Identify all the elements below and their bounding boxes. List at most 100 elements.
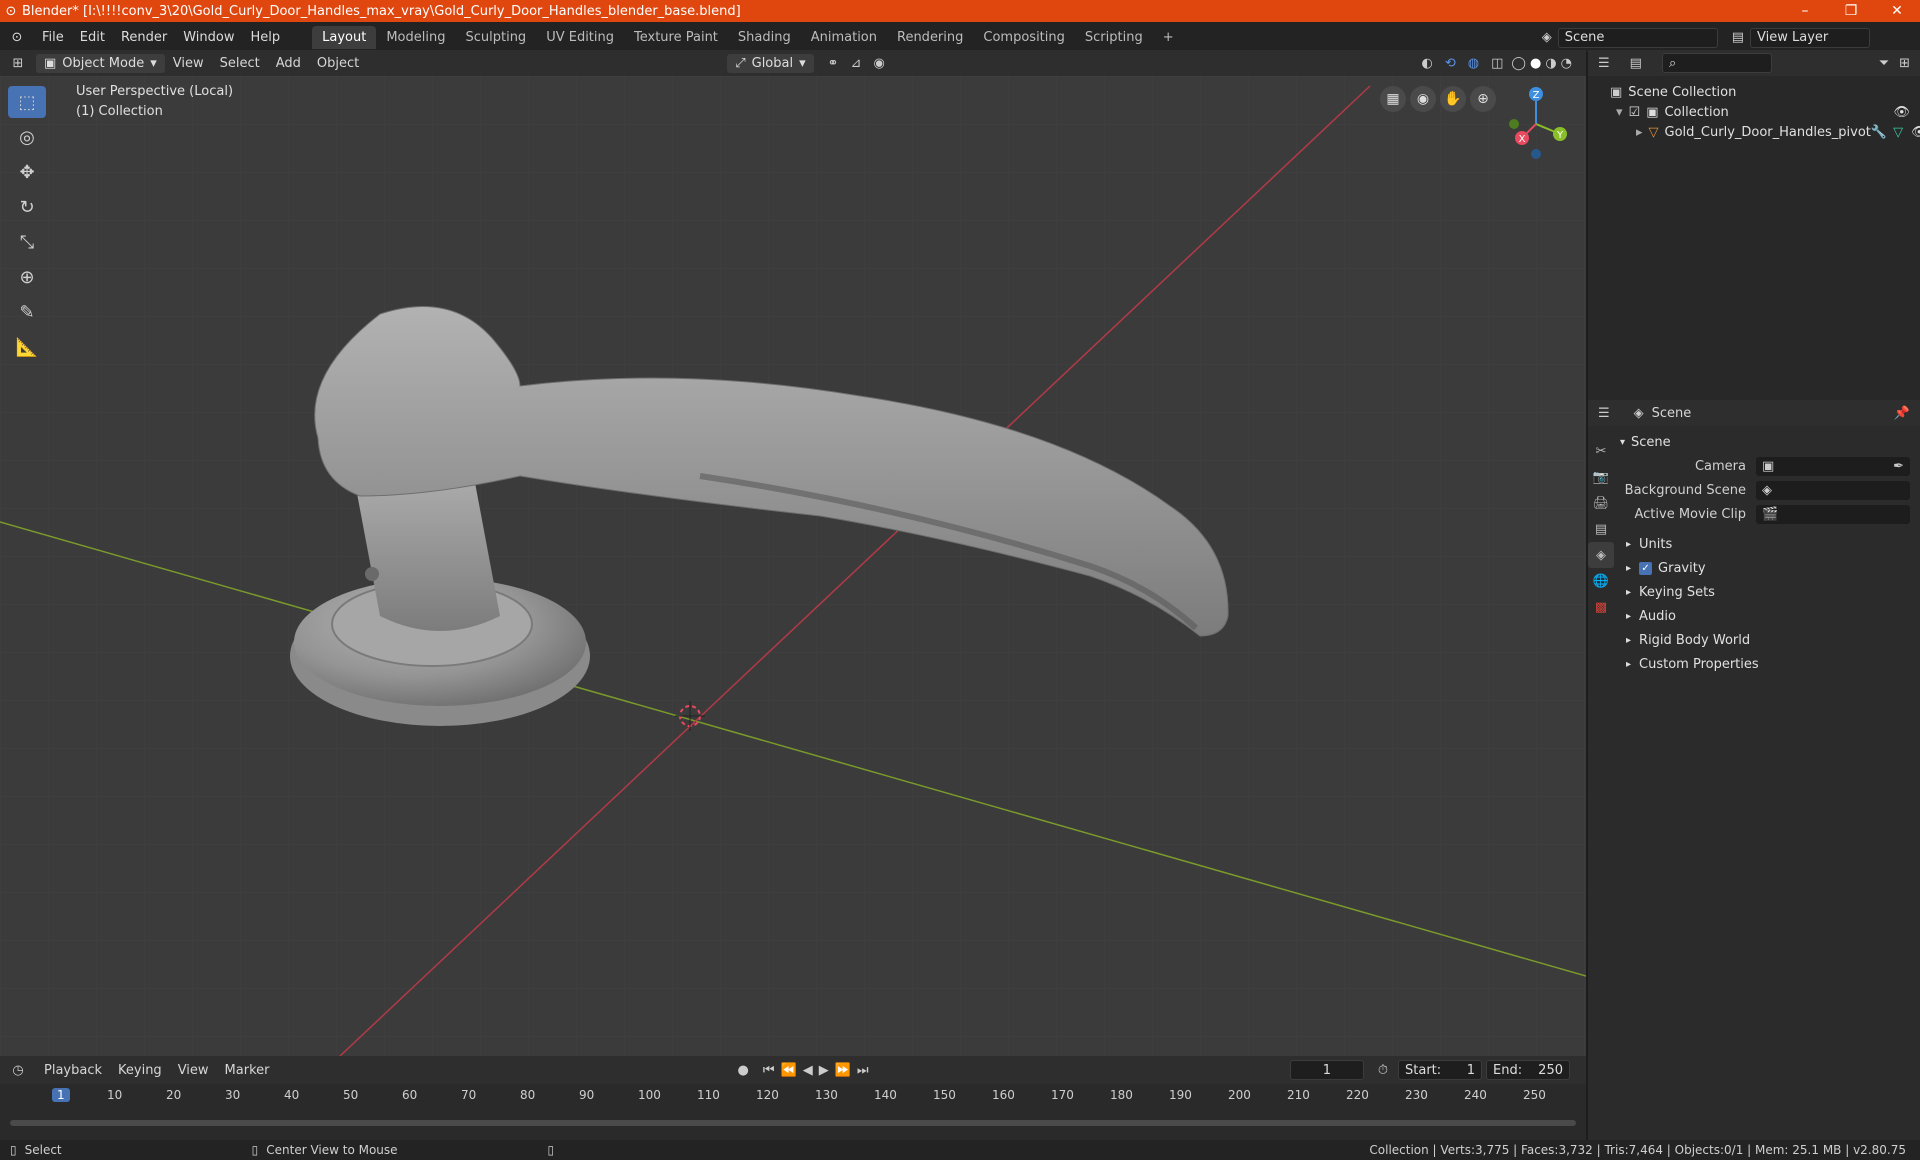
rigid-body-world-panel[interactable]: ▸ Rigid Body World — [1616, 628, 1920, 652]
menu-edit[interactable]: Edit — [72, 30, 113, 45]
add-workspace-button[interactable]: + — [1153, 26, 1184, 49]
editor-type-icon[interactable]: ⊞ — [0, 56, 36, 71]
overlay-toggle-icon[interactable]: ◍ — [1468, 56, 1479, 71]
blender-menu-icon[interactable]: ⊙ — [0, 30, 34, 45]
mesh-data-icon[interactable]: ▽ — [1893, 125, 1903, 140]
proportional-edit-icon[interactable]: ◉ — [873, 56, 884, 71]
jump-end-icon[interactable]: ⏭ — [857, 1063, 869, 1078]
scene-panel-header[interactable]: ▾ Scene — [1616, 430, 1920, 454]
tab-sculpting[interactable]: Sculpting — [455, 26, 536, 49]
display-mode-icon[interactable]: ▤ — [1630, 56, 1642, 71]
pan-hand-icon[interactable]: ✋ — [1440, 86, 1466, 112]
eye-icon[interactable]: 👁 — [1911, 125, 1920, 140]
prev-keyframe-icon[interactable]: ⏪ — [781, 1063, 797, 1078]
scene-tab-icon[interactable]: ◈ — [1588, 542, 1614, 568]
pivot-icon[interactable]: ⚭ — [828, 56, 839, 71]
pin-icon[interactable]: 📌 — [1894, 406, 1910, 421]
shading-material-icon[interactable]: ◑ — [1545, 56, 1556, 71]
zoom-icon[interactable]: ⊕ — [1470, 86, 1496, 112]
tab-compositing[interactable]: Compositing — [973, 26, 1075, 49]
eyedropper-icon[interactable]: ✒ — [1893, 459, 1904, 474]
play-icon[interactable]: ▶ — [819, 1063, 829, 1078]
viewport-menu-view[interactable]: View — [165, 56, 212, 71]
start-frame-field[interactable]: Start: 1 — [1398, 1060, 1482, 1080]
menu-help[interactable]: Help — [243, 30, 289, 45]
close-button[interactable]: ✕ — [1874, 3, 1920, 19]
tab-shading[interactable]: Shading — [728, 26, 801, 49]
3d-viewport[interactable]: ⬚ ◎ ✥ ↻ ⤡ ⊕ ✎ 📐 User Perspective (Local)… — [0, 76, 1586, 1056]
custom-properties-panel[interactable]: ▸ Custom Properties — [1616, 652, 1920, 676]
gravity-checkbox[interactable]: ✓ — [1639, 561, 1653, 575]
world-tab-icon[interactable]: 🌐 — [1588, 568, 1614, 594]
timeline-ruler[interactable]: 1 10 20 30 40 50 60 70 80 90 100 110 120 130 140 150 160… — [0, 1084, 1586, 1108]
stopwatch-icon[interactable]: ⏱ — [1378, 1063, 1388, 1078]
active-movie-clip-field[interactable]: 🎬 — [1756, 504, 1910, 524]
units-panel[interactable]: ▸ Units — [1616, 532, 1920, 556]
timeline-track[interactable] — [0, 1108, 1586, 1130]
eye-icon[interactable]: 👁 — [1893, 105, 1910, 120]
background-scene-field[interactable]: ◈ — [1756, 480, 1910, 500]
scale-tool-icon[interactable]: ⤡ — [8, 226, 46, 258]
visibility-icon[interactable]: ◐ — [1422, 56, 1433, 71]
transform-orientation-dropdown[interactable]: ⤢ Global ▾ — [727, 53, 814, 73]
outliner-row-scene-collection[interactable]: ▣ Scene Collection — [1588, 82, 1920, 102]
view-layer-selector[interactable]: View Layer — [1750, 27, 1870, 48]
timeline-menu-keying[interactable]: Keying — [110, 1063, 170, 1078]
keying-sets-panel[interactable]: ▸ Keying Sets — [1616, 580, 1920, 604]
record-icon[interactable]: ● — [737, 1063, 748, 1078]
scene-selector[interactable]: Scene — [1557, 27, 1718, 48]
tab-animation[interactable]: Animation — [801, 26, 887, 49]
timeline-menu-marker[interactable]: Marker — [217, 1063, 278, 1078]
gravity-panel[interactable]: ▸ ✓ Gravity — [1616, 556, 1920, 580]
minimize-button[interactable]: – — [1782, 3, 1828, 19]
play-reverse-icon[interactable]: ◀ — [803, 1063, 813, 1078]
jump-start-icon[interactable]: ⏮ — [763, 1063, 775, 1078]
move-tool-icon[interactable]: ✥ — [8, 156, 46, 188]
outliner-row-object[interactable]: ▸ ▽ Gold_Curly_Door_Handles_pivot 🔧 ▽ 👁 — [1588, 122, 1920, 142]
gizmo-toggle-icon[interactable]: ⟲ — [1445, 56, 1456, 71]
tab-uv-editing[interactable]: UV Editing — [536, 26, 624, 49]
select-box-tool-icon[interactable]: ⬚ — [8, 86, 46, 118]
tab-modeling[interactable]: Modeling — [376, 26, 455, 49]
outliner-type-icon[interactable]: ☰ — [1598, 56, 1610, 71]
current-frame-field[interactable]: 1 — [1289, 1060, 1364, 1080]
viewport-menu-add[interactable]: Add — [268, 56, 309, 71]
new-collection-icon[interactable]: ⊞ — [1899, 56, 1910, 71]
render-tab-icon[interactable]: 📷 — [1588, 464, 1614, 490]
outliner-row-collection[interactable]: ▾ ☑ ▣ Collection 👁 — [1588, 102, 1920, 122]
view-layer-tab-icon[interactable]: ▤ — [1588, 516, 1614, 542]
rotate-tool-icon[interactable]: ↻ — [8, 191, 46, 223]
timeline-menu-playback[interactable]: Playback — [36, 1063, 110, 1078]
transform-tool-icon[interactable]: ⊕ — [8, 261, 46, 293]
menu-window[interactable]: Window — [175, 30, 242, 45]
camera-field[interactable]: ▣ ✒ — [1756, 456, 1910, 476]
expand-arrow-icon[interactable]: ▾ — [1616, 105, 1623, 120]
viewport-menu-select[interactable]: Select — [212, 56, 268, 71]
end-frame-field[interactable]: End: 250 — [1486, 1060, 1570, 1080]
outliner-search[interactable]: ⌕ — [1661, 53, 1772, 73]
tab-rendering[interactable]: Rendering — [887, 26, 973, 49]
timeline-editor-icon[interactable]: ◷ — [0, 1063, 36, 1078]
grid-view-icon[interactable]: ▦ — [1380, 86, 1406, 112]
expand-arrow-icon[interactable]: ▸ — [1636, 125, 1643, 140]
mode-dropdown[interactable]: ▣ Object Mode ▾ — [36, 53, 165, 73]
timeline-menu-view[interactable]: View — [170, 1063, 217, 1078]
navigation-gizmo[interactable]: Z Y X — [1502, 84, 1572, 164]
audio-panel[interactable]: ▸ Audio — [1616, 604, 1920, 628]
viewport-menu-object[interactable]: Object — [309, 56, 367, 71]
menu-render[interactable]: Render — [113, 30, 175, 45]
shading-solid-icon[interactable]: ● — [1530, 56, 1541, 71]
restore-button[interactable]: ❐ — [1828, 3, 1874, 19]
texture-tab-icon[interactable]: ▩ — [1588, 594, 1614, 620]
properties-type-icon[interactable]: ☰ — [1598, 406, 1610, 421]
modifier-icon[interactable]: 🔧 — [1871, 125, 1887, 140]
menu-file[interactable]: File — [34, 30, 72, 45]
cursor-tool-icon[interactable]: ◎ — [8, 121, 46, 153]
timeline-scrollbar[interactable] — [10, 1120, 1576, 1126]
tool-settings-tab-icon[interactable]: ✂ — [1588, 438, 1614, 464]
tab-layout[interactable]: Layout — [312, 26, 377, 49]
output-tab-icon[interactable]: 🖨 — [1588, 490, 1614, 516]
measure-tool-icon[interactable]: 📐 — [8, 331, 46, 363]
annotate-tool-icon[interactable]: ✎ — [8, 296, 46, 328]
shading-wireframe-icon[interactable]: ◯ — [1511, 56, 1526, 71]
